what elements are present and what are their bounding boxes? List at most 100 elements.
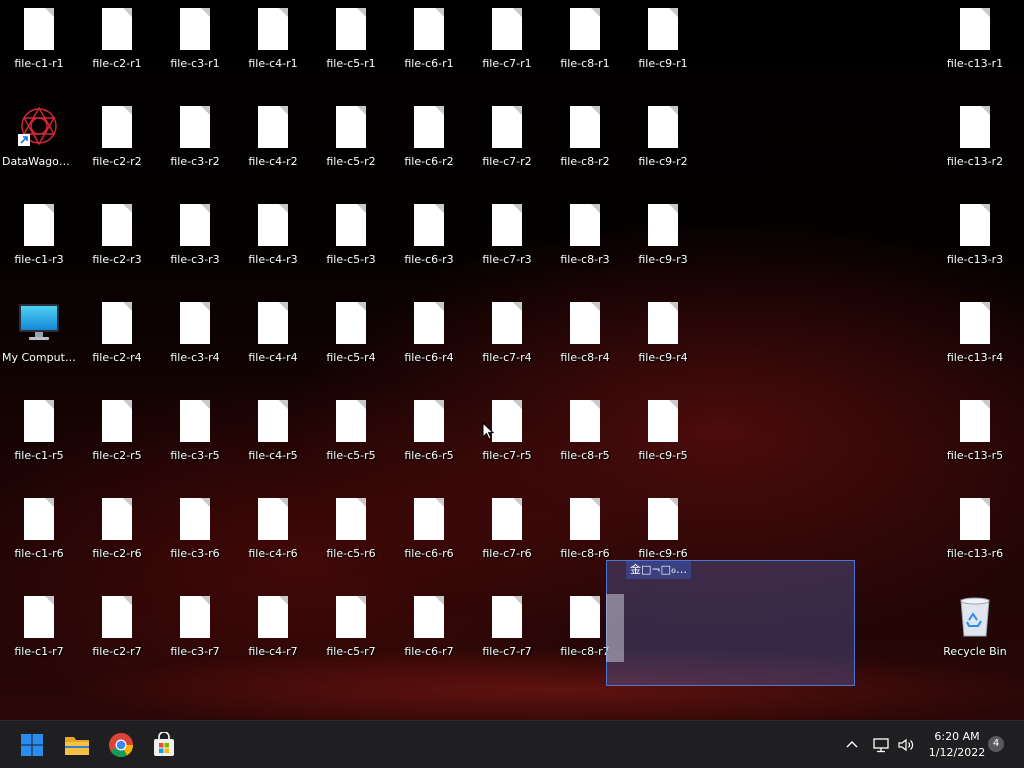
desktop-file-icon[interactable]: file-c2-r3 bbox=[78, 196, 156, 292]
desktop-file-icon[interactable]: file-c7-r7 bbox=[468, 588, 546, 684]
desktop-file-icon[interactable]: file-c7-r6 bbox=[468, 490, 546, 586]
recycle-bin-shortcut[interactable]: Recycle Bin bbox=[936, 588, 1014, 684]
icon-label: file-c7-r2 bbox=[482, 155, 532, 168]
desktop-file-icon[interactable]: file-c7-r1 bbox=[468, 0, 546, 96]
desktop-file-icon[interactable]: file-c5-r5 bbox=[312, 392, 390, 488]
icon-label: file-c13-r3 bbox=[946, 253, 1004, 266]
desktop-file-icon[interactable]: file-c13-r5 bbox=[936, 392, 1014, 488]
desktop-file-icon[interactable]: file-c9-r2 bbox=[624, 98, 702, 194]
desktop-file-icon[interactable]: file-c6-r4 bbox=[390, 294, 468, 390]
desktop-file-icon[interactable]: file-c3-r3 bbox=[156, 196, 234, 292]
icon-label: file-c4-r6 bbox=[248, 547, 298, 560]
desktop-file-icon[interactable]: file-c4-r5 bbox=[234, 392, 312, 488]
desktop-file-icon[interactable]: file-c13-r6 bbox=[936, 490, 1014, 586]
icon-label: file-c8-r1 bbox=[560, 57, 610, 70]
desktop-file-icon[interactable]: file-c2-r4 bbox=[78, 294, 156, 390]
icon-label: file-c8-r6 bbox=[560, 547, 610, 560]
desktop-file-icon[interactable]: file-c13-r3 bbox=[936, 196, 1014, 292]
desktop-file-icon[interactable]: file-c4-r1 bbox=[234, 0, 312, 96]
document-icon bbox=[102, 596, 132, 638]
desktop-file-icon[interactable]: file-c8-r5 bbox=[546, 392, 624, 488]
desktop-file-icon[interactable]: file-c7-r5 bbox=[468, 392, 546, 488]
document-icon bbox=[258, 8, 288, 50]
desktop-file-icon[interactable]: file-c4-r3 bbox=[234, 196, 312, 292]
icon-label: file-c3-r2 bbox=[170, 155, 220, 168]
desktop-file-icon[interactable]: file-c2-r6 bbox=[78, 490, 156, 586]
document-icon bbox=[960, 204, 990, 246]
desktop-file-icon[interactable]: file-c13-r2 bbox=[936, 98, 1014, 194]
desktop-file-icon[interactable]: file-c1-r3 bbox=[0, 196, 78, 292]
desktop-file-icon[interactable]: file-c1-r6 bbox=[0, 490, 78, 586]
document-icon bbox=[258, 498, 288, 540]
desktop-file-icon[interactable]: file-c5-r7 bbox=[312, 588, 390, 684]
recycle-bin-icon bbox=[953, 594, 997, 638]
desktop-file-icon[interactable]: file-c2-r1 bbox=[78, 0, 156, 96]
desktop-file-icon[interactable]: file-c8-r3 bbox=[546, 196, 624, 292]
icon-label: DataWagon… bbox=[2, 155, 77, 168]
desktop-file-icon[interactable]: file-c5-r2 bbox=[312, 98, 390, 194]
start-button[interactable] bbox=[14, 727, 50, 763]
desktop-file-icon[interactable]: file-c9-r3 bbox=[624, 196, 702, 292]
desktop-file-icon[interactable]: file-c9-r5 bbox=[624, 392, 702, 488]
document-icon bbox=[960, 302, 990, 344]
desktop-file-icon[interactable]: file-c8-r1 bbox=[546, 0, 624, 96]
desktop-file-icon[interactable]: file-c1-r5 bbox=[0, 392, 78, 488]
desktop-file-icon[interactable]: file-c9-r1 bbox=[624, 0, 702, 96]
desktop-file-icon[interactable]: file-c6-r6 bbox=[390, 490, 468, 586]
desktop[interactable]: file-c1-r1 DataWagon… file-c1-r3 My Compute… bbox=[0, 0, 1024, 720]
document-icon bbox=[570, 596, 600, 638]
desktop-file-icon[interactable]: file-c6-r2 bbox=[390, 98, 468, 194]
desktop-file-icon[interactable]: file-c4-r4 bbox=[234, 294, 312, 390]
store-button[interactable] bbox=[146, 727, 182, 763]
desktop-file-icon[interactable]: file-c4-r6 bbox=[234, 490, 312, 586]
document-icon bbox=[570, 204, 600, 246]
datawagon-shortcut[interactable]: DataWagon… bbox=[0, 98, 78, 194]
desktop-file-icon[interactable]: file-c6-r7 bbox=[390, 588, 468, 684]
desktop-file-icon[interactable]: file-c1-r1 bbox=[0, 0, 78, 96]
desktop-file-icon[interactable]: file-c5-r4 bbox=[312, 294, 390, 390]
desktop-file-icon[interactable]: file-c7-r4 bbox=[468, 294, 546, 390]
network-button[interactable] bbox=[872, 721, 890, 769]
desktop-file-icon[interactable]: file-c6-r5 bbox=[390, 392, 468, 488]
icon-label: file-c5-r1 bbox=[326, 57, 376, 70]
desktop-file-icon[interactable]: file-c3-r7 bbox=[156, 588, 234, 684]
file-explorer-button[interactable] bbox=[59, 727, 95, 763]
document-icon bbox=[960, 400, 990, 442]
network-icon bbox=[873, 738, 889, 753]
desktop-file-icon[interactable]: file-c13-r1 bbox=[936, 0, 1014, 96]
desktop-file-icon[interactable]: file-c3-r4 bbox=[156, 294, 234, 390]
desktop-file-icon[interactable]: file-c2-r5 bbox=[78, 392, 156, 488]
desktop-file-icon[interactable]: file-c2-r2 bbox=[78, 98, 156, 194]
desktop-file-icon[interactable]: file-c3-r5 bbox=[156, 392, 234, 488]
icon-label: file-c5-r7 bbox=[326, 645, 376, 658]
notification-badge[interactable]: 4 bbox=[988, 736, 1004, 752]
desktop-file-icon[interactable]: file-c3-r1 bbox=[156, 0, 234, 96]
desktop-file-icon[interactable]: file-c7-r2 bbox=[468, 98, 546, 194]
chrome-button[interactable] bbox=[103, 727, 139, 763]
desktop-file-icon[interactable]: file-c9-r4 bbox=[624, 294, 702, 390]
icon-label: file-c7-r3 bbox=[482, 253, 532, 266]
desktop-file-icon[interactable]: file-c6-r3 bbox=[390, 196, 468, 292]
desktop-file-icon[interactable]: file-c5-r1 bbox=[312, 0, 390, 96]
desktop-file-icon[interactable]: file-c6-r1 bbox=[390, 0, 468, 96]
icon-label: file-c2-r3 bbox=[92, 253, 142, 266]
desktop-file-icon[interactable]: file-c2-r7 bbox=[78, 588, 156, 684]
desktop-file-icon[interactable]: file-c7-r3 bbox=[468, 196, 546, 292]
clock[interactable]: 6:20 AM 1/12/2022 bbox=[920, 729, 994, 761]
document-icon bbox=[336, 596, 366, 638]
desktop-file-icon[interactable]: file-c5-r3 bbox=[312, 196, 390, 292]
desktop-file-icon[interactable]: file-c5-r6 bbox=[312, 490, 390, 586]
desktop-file-icon[interactable]: file-c3-r6 bbox=[156, 490, 234, 586]
desktop-file-icon[interactable]: file-c8-r2 bbox=[546, 98, 624, 194]
desktop-file-icon[interactable]: file-c4-r2 bbox=[234, 98, 312, 194]
desktop-file-icon[interactable]: file-c13-r4 bbox=[936, 294, 1014, 390]
document-icon bbox=[492, 498, 522, 540]
desktop-file-icon[interactable]: file-c4-r7 bbox=[234, 588, 312, 684]
my-computer-shortcut[interactable]: My Computer bbox=[0, 294, 78, 390]
tray-overflow-button[interactable] bbox=[844, 721, 860, 769]
desktop-file-icon[interactable]: file-c1-r7 bbox=[0, 588, 78, 684]
volume-button[interactable] bbox=[897, 721, 915, 769]
desktop-file-icon[interactable]: file-c8-r4 bbox=[546, 294, 624, 390]
icon-label: file-c6-r1 bbox=[404, 57, 454, 70]
desktop-file-icon[interactable]: file-c3-r2 bbox=[156, 98, 234, 194]
